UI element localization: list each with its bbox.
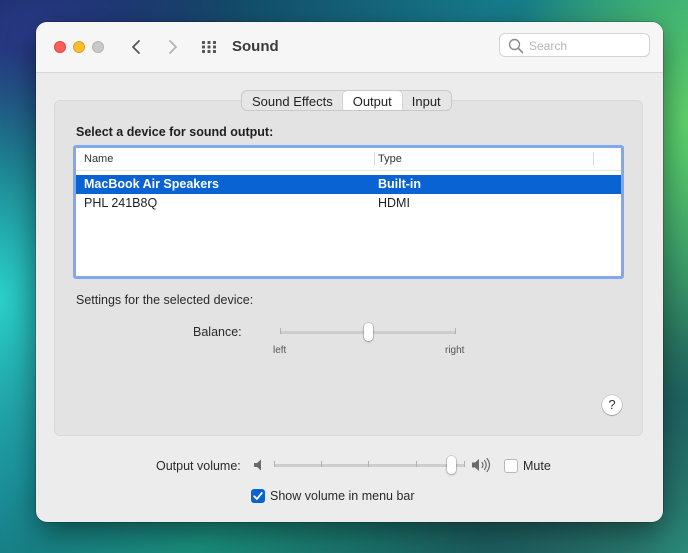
tab-bar: Sound Effects Output Input [241,90,452,111]
balance-left-label: left [273,345,287,356]
settings-label: Settings for the selected device: [76,293,254,307]
search-placeholder: Search [529,39,568,53]
checkmark-icon [253,492,263,500]
slider-tick [455,328,456,334]
table-row[interactable]: MacBook Air Speakers Built-in [76,175,621,194]
back-arrow-icon[interactable] [127,35,147,59]
show-volume-label[interactable]: Show volume in menu bar [270,489,415,503]
column-header-name[interactable]: Name [84,153,113,165]
slider-tick [321,461,322,467]
close-button[interactable] [54,41,66,53]
minimize-button[interactable] [73,41,85,53]
speaker-high-icon [472,457,491,473]
speaker-low-icon [254,459,261,471]
output-device-table[interactable]: Name Type MacBook Air Speakers Built-in … [73,145,624,279]
zoom-button[interactable] [92,41,104,53]
slider-tick [368,461,369,467]
slider-tick [416,461,417,467]
balance-label: Balance: [193,325,242,339]
search-field[interactable]: Search [499,33,650,57]
device-type: HDMI [378,196,410,210]
help-button[interactable]: ? [602,395,622,415]
column-divider[interactable] [374,152,375,166]
slider-tick [464,461,465,467]
column-divider[interactable] [593,152,594,166]
show-volume-checkbox[interactable] [251,489,265,503]
balance-slider-knob[interactable] [363,323,373,341]
mute-label[interactable]: Mute [523,459,551,473]
mute-checkbox[interactable] [504,459,518,473]
window-title: Sound [232,38,279,55]
section-title: Select a device for sound output: [76,125,274,139]
slider-tick [280,328,281,334]
volume-slider-knob[interactable] [447,456,457,474]
tab-output[interactable]: Output [342,91,402,110]
output-volume-label: Output volume: [156,459,241,473]
table-row[interactable]: PHL 241B8Q HDMI [76,194,621,213]
device-type: Built-in [378,177,422,191]
device-name: MacBook Air Speakers [84,177,220,191]
forward-arrow-icon[interactable] [162,35,182,59]
volume-slider-track[interactable] [274,464,465,467]
tab-input[interactable]: Input [402,91,451,110]
column-header-type[interactable]: Type [378,153,402,165]
slider-tick [274,461,275,467]
titlebar: Sound Search [36,22,663,73]
tab-sound-effects[interactable]: Sound Effects [242,91,343,110]
table-header: Name Type [76,148,621,171]
search-icon [508,38,524,54]
sound-preferences-window: Sound Search Sound Effects Output Input … [36,22,663,522]
balance-right-label: right [445,345,465,356]
grid-icon[interactable] [201,40,217,54]
device-name: PHL 241B8Q [84,196,158,210]
